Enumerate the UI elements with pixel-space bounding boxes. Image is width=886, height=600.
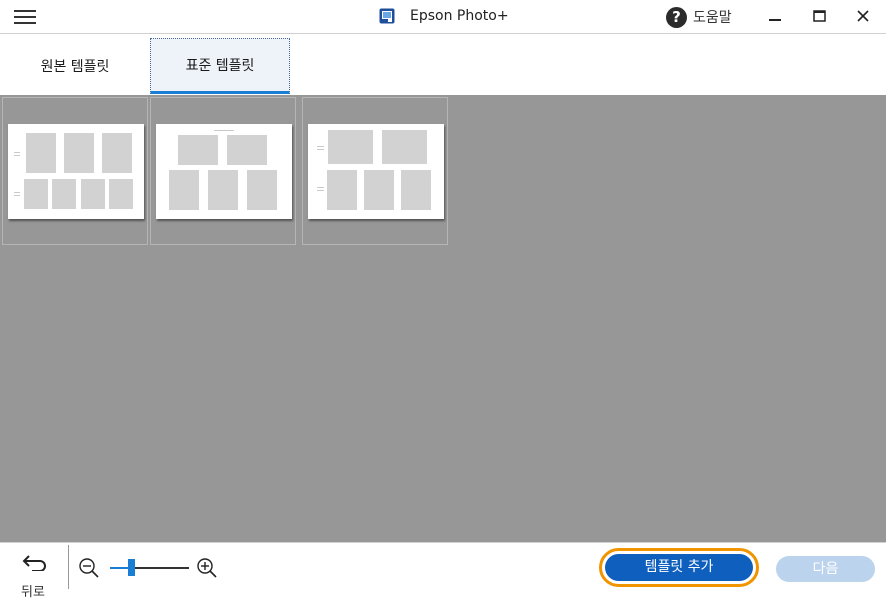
back-label: 뒤로 <box>21 585 45 600</box>
zoom-out-icon[interactable] <box>78 557 100 579</box>
epson-photo-app-icon <box>379 8 395 24</box>
maximize-icon <box>813 10 826 22</box>
template-grid <box>0 95 886 542</box>
tab-bar: 원본 템플릿 표준 템플릿 <box>0 33 886 95</box>
template-thumbnail <box>308 124 444 219</box>
tab-standard-templates[interactable]: 표준 템플릿 <box>150 38 290 94</box>
add-template-button[interactable]: 템플릿 추가 <box>599 548 759 587</box>
bottom-bar: 뒤로 템플릿 추가 다음 <box>0 542 886 600</box>
tab-label: 표준 템플릿 <box>185 58 255 74</box>
zoom-slider-fill <box>110 567 130 569</box>
template-tile-1[interactable] <box>2 97 148 245</box>
template-thumbnail <box>8 124 144 219</box>
back-button[interactable]: 뒤로 <box>12 553 58 600</box>
help-label: 도움말 <box>693 10 732 26</box>
title-bar: Epson Photo+ ? 도움말 <box>0 0 886 33</box>
divider <box>68 545 69 589</box>
close-icon <box>857 10 869 22</box>
help-button[interactable]: ? 도움말 <box>666 6 732 28</box>
undo-arrow-icon <box>22 555 46 571</box>
close-button[interactable] <box>843 0 883 33</box>
tab-original-templates[interactable]: 원본 템플릿 <box>2 38 148 94</box>
add-template-label: 템플릿 추가 <box>605 554 753 581</box>
template-thumbnail <box>156 124 292 219</box>
question-circle-icon: ? <box>666 6 687 28</box>
tab-label: 원본 템플릿 <box>40 59 110 75</box>
template-tile-2[interactable] <box>150 97 296 245</box>
template-tile-3[interactable] <box>302 97 448 245</box>
zoom-slider-thumb[interactable] <box>128 559 135 576</box>
zoom-in-icon[interactable] <box>196 557 218 579</box>
minimize-button[interactable] <box>755 0 795 33</box>
maximize-button[interactable] <box>799 0 839 33</box>
app-title: Epson Photo+ <box>410 8 509 24</box>
minimize-icon <box>769 19 781 21</box>
hamburger-icon[interactable] <box>14 10 36 24</box>
next-button: 다음 <box>776 556 875 582</box>
